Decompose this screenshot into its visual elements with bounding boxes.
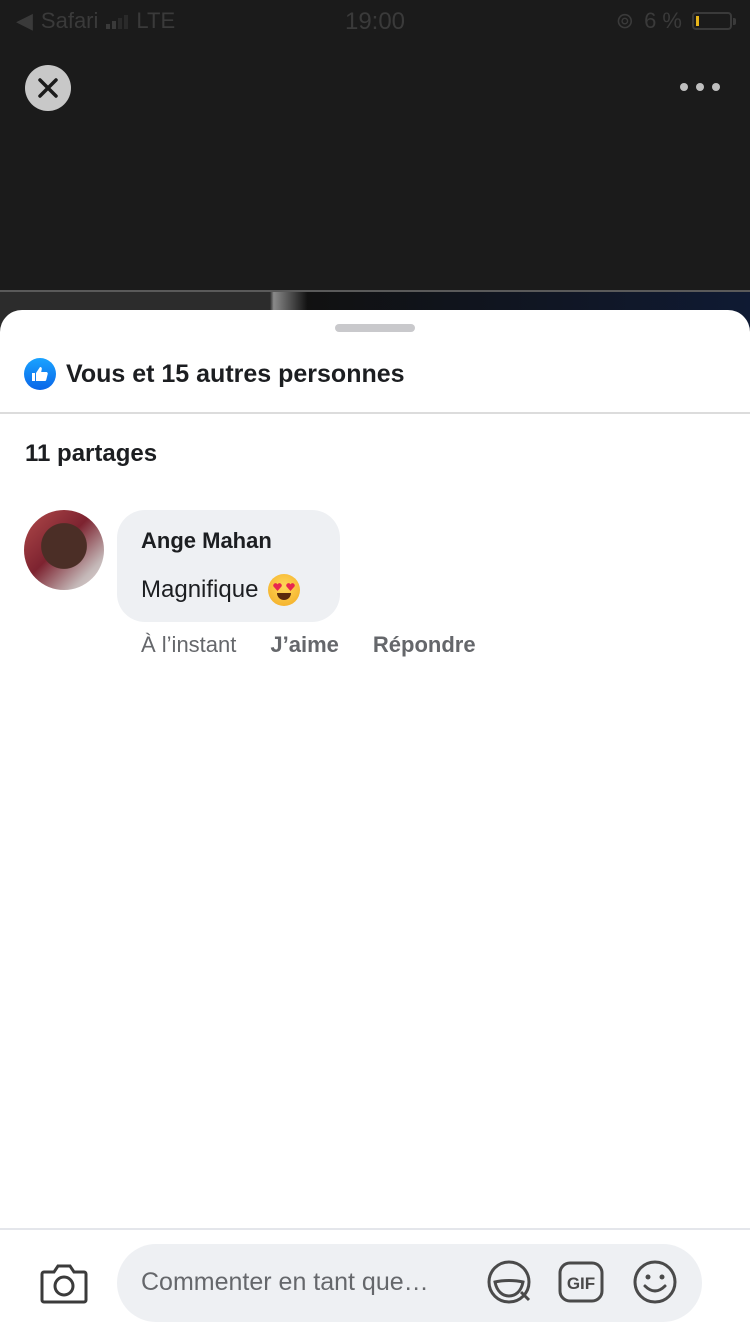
camera-icon[interactable] bbox=[40, 1262, 88, 1304]
avatar[interactable] bbox=[24, 510, 104, 590]
comment-actions: À l’instant J’aime Répondre bbox=[141, 632, 476, 658]
gif-icon: GIF bbox=[558, 1261, 604, 1303]
comment-author[interactable]: Ange Mahan bbox=[141, 528, 272, 554]
divider bbox=[0, 412, 750, 414]
status-bar: ◀ Safari LTE 19:00 ⊚ 6 % bbox=[0, 0, 750, 40]
heart-eyes-emoji-icon bbox=[268, 574, 301, 606]
comment-composer: Commenter en tant que… GIF bbox=[0, 1228, 750, 1334]
reply-button[interactable]: Répondre bbox=[373, 632, 476, 658]
more-dot-icon bbox=[696, 83, 704, 91]
more-dot-icon bbox=[680, 83, 688, 91]
orientation-lock-icon: ⊚ bbox=[615, 8, 635, 33]
comment-message: Magnifique bbox=[141, 576, 259, 603]
comment-placeholder: Commenter en tant que… bbox=[141, 1268, 429, 1296]
comment-text: Magnifique bbox=[141, 574, 301, 606]
more-options-button[interactable] bbox=[680, 75, 720, 99]
sheet-grabber[interactable] bbox=[335, 324, 415, 332]
emoji-icon[interactable] bbox=[631, 1258, 679, 1306]
like-icon bbox=[24, 358, 56, 390]
reactions-text: Vous et 15 autres personnes bbox=[66, 359, 405, 388]
comment-time: À l’instant bbox=[141, 632, 237, 657]
reactions-summary[interactable]: Vous et 15 autres personnes bbox=[24, 358, 405, 390]
battery-icon bbox=[692, 12, 736, 30]
gif-button[interactable]: GIF bbox=[557, 1258, 605, 1306]
sticker-icon[interactable] bbox=[485, 1258, 533, 1306]
status-right: ⊚ 6 % bbox=[615, 8, 736, 34]
close-icon bbox=[38, 78, 58, 98]
close-button[interactable] bbox=[25, 65, 71, 111]
svg-text:GIF: GIF bbox=[567, 1274, 595, 1293]
comments-sheet: Vous et 15 autres personnes 11 partages … bbox=[0, 310, 750, 1334]
comment-bubble[interactable]: Ange Mahan Magnifique bbox=[117, 510, 340, 622]
comment-input[interactable]: Commenter en tant que… GIF bbox=[117, 1244, 702, 1322]
like-comment-button[interactable]: J’aime bbox=[270, 632, 339, 658]
shares-count[interactable]: 11 partages bbox=[25, 440, 157, 468]
more-dot-icon bbox=[712, 83, 720, 91]
battery-percent: 6 % bbox=[644, 8, 682, 33]
